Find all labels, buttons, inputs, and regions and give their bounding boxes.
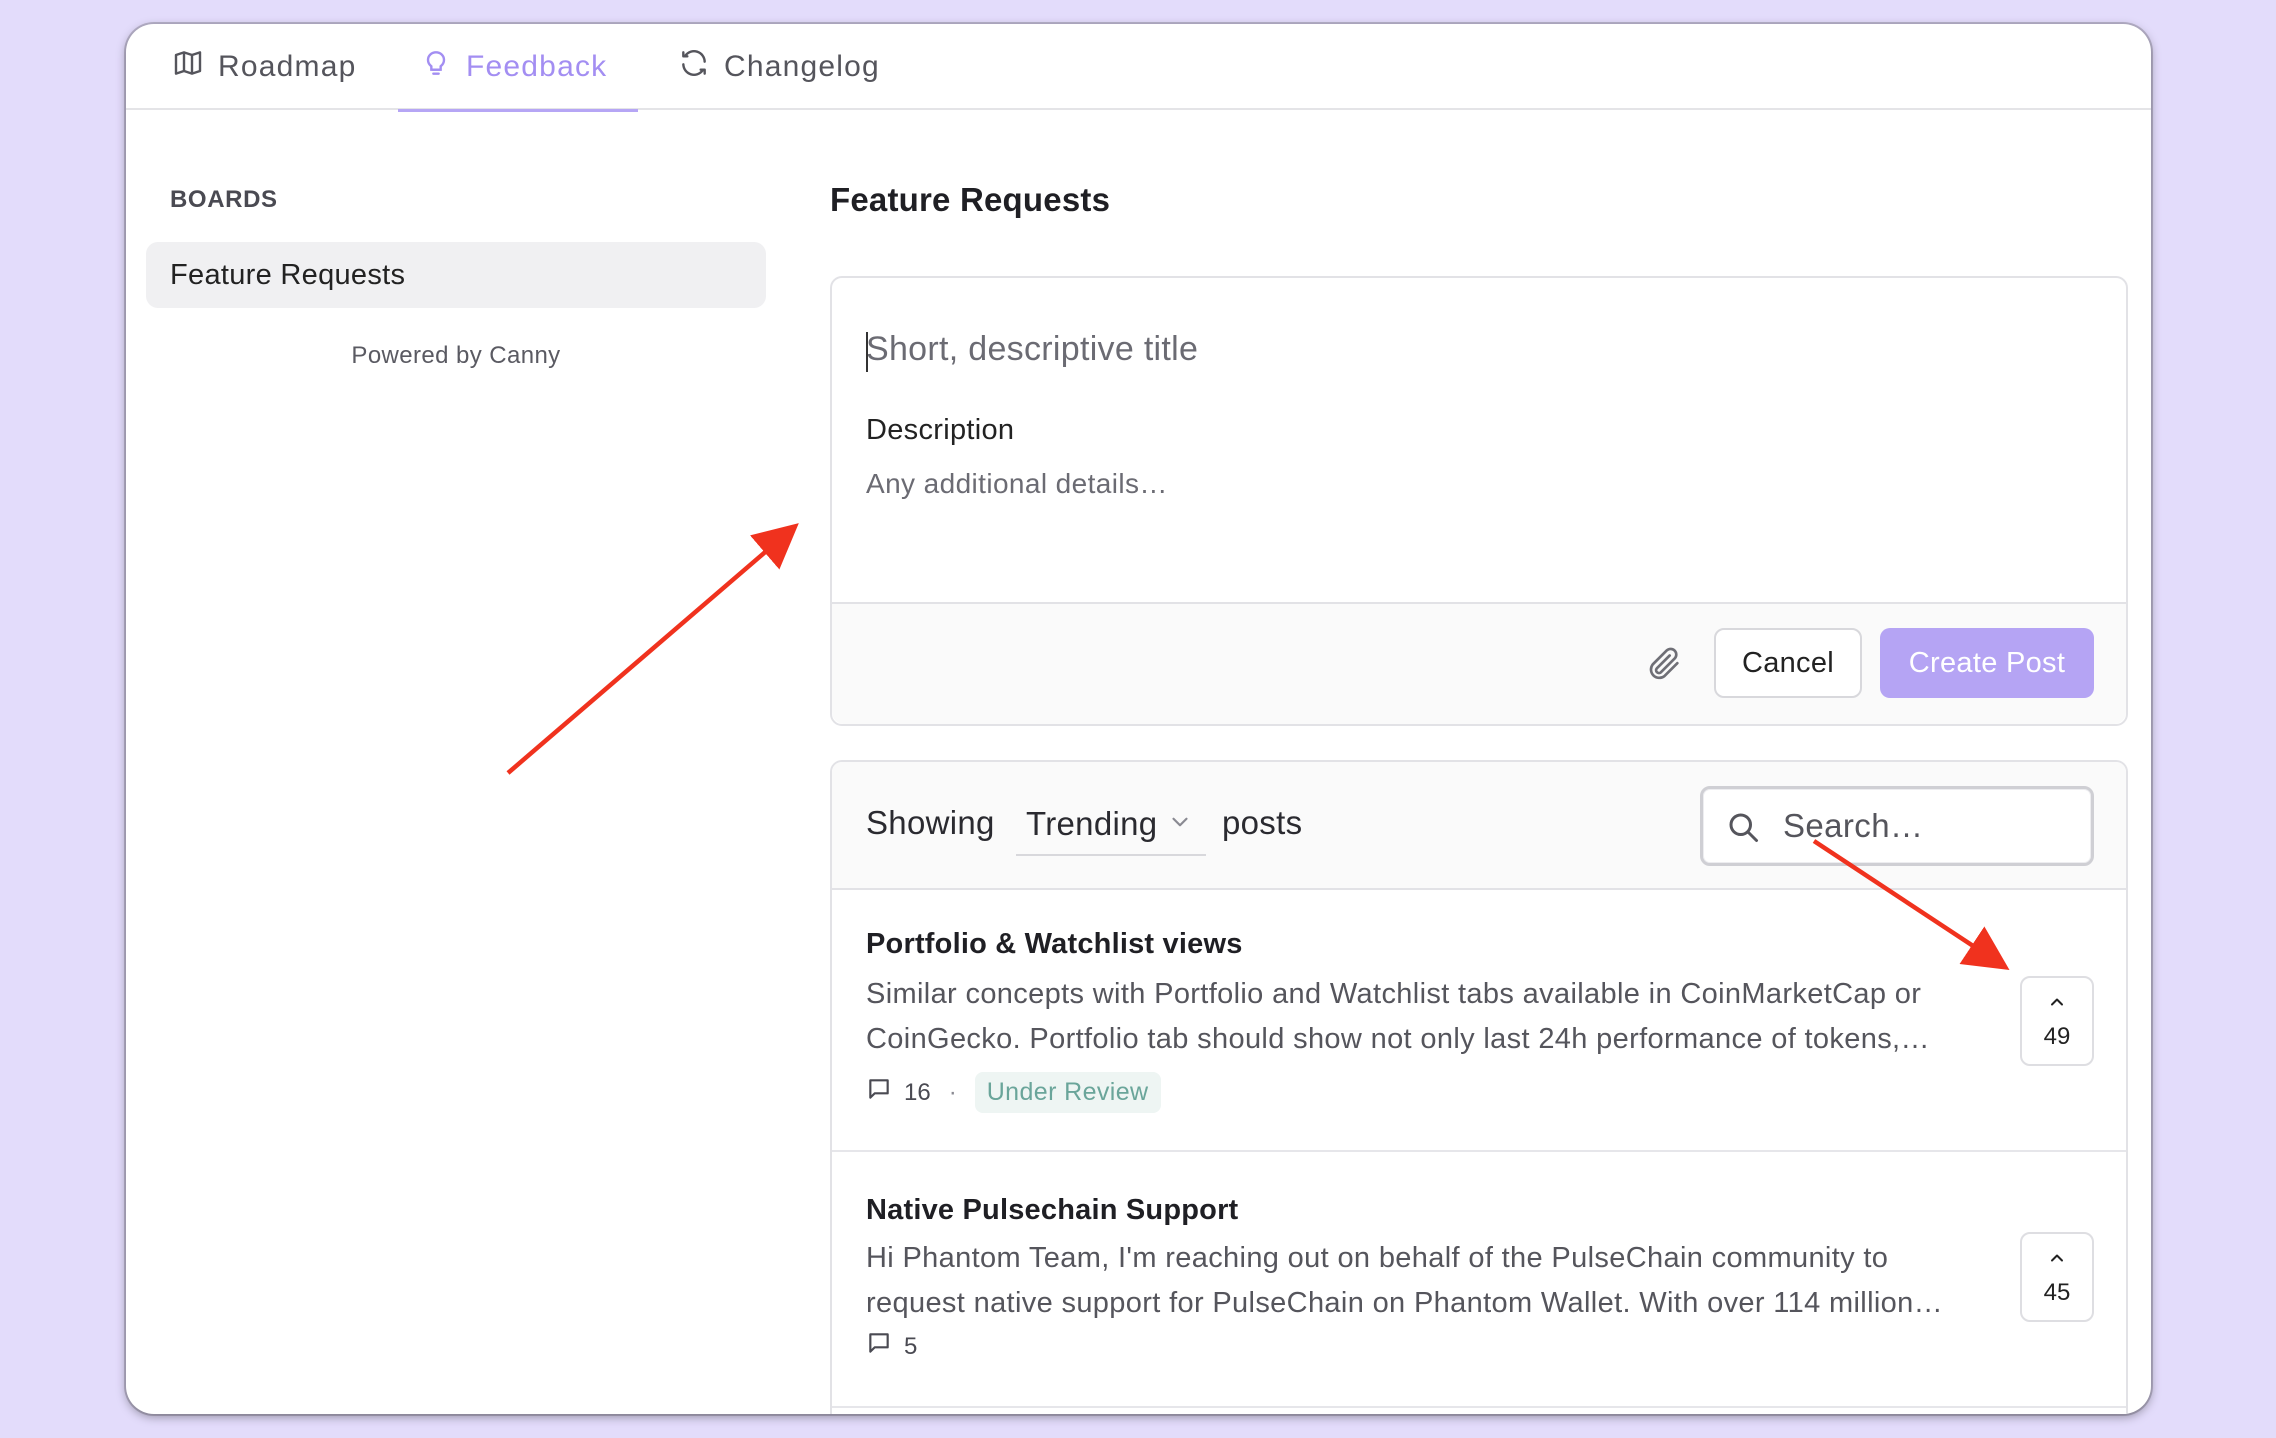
post-meta: 5 bbox=[866, 1330, 917, 1363]
app-window: Roadmap Feedback Changelog BOARDS Featur… bbox=[126, 24, 2151, 1414]
comment-count: 16 bbox=[904, 1078, 931, 1106]
description-input[interactable] bbox=[866, 468, 2066, 558]
meta-separator: · bbox=[948, 1078, 957, 1106]
comment-icon bbox=[866, 1330, 892, 1363]
lightbulb-icon bbox=[420, 47, 452, 87]
page-title: Feature Requests bbox=[830, 181, 1111, 218]
form-footer: Cancel Create Post bbox=[832, 602, 2126, 724]
post-excerpt-line: Similar concepts with Portfolio and Watc… bbox=[866, 978, 1922, 1010]
vote-count: 45 bbox=[2043, 1278, 2071, 1306]
post-title[interactable]: Native Pulsechain Support bbox=[866, 1194, 1238, 1227]
search-input[interactable] bbox=[1783, 803, 2073, 849]
board-item-label: Feature Requests bbox=[170, 258, 406, 291]
post-meta: 16 · Under Review bbox=[866, 1072, 1161, 1113]
search-box[interactable] bbox=[1700, 786, 2094, 866]
board-item-feature-requests[interactable]: Feature Requests bbox=[146, 242, 766, 308]
post-excerpt-line: CoinGecko. Portfolio tab should show not… bbox=[866, 1023, 1930, 1055]
post-excerpt-line: request native support for PulseChain on… bbox=[866, 1287, 1943, 1319]
comment-count: 5 bbox=[904, 1332, 918, 1360]
posts-label: posts bbox=[1222, 804, 1303, 841]
post-excerpt: Hi Phantom Team, I'm reaching out on beh… bbox=[866, 1236, 1996, 1326]
map-icon bbox=[172, 47, 204, 87]
post-title[interactable]: Portfolio & Watchlist views bbox=[866, 928, 1243, 961]
post-excerpt: Similar concepts with Portfolio and Watc… bbox=[866, 972, 1996, 1062]
post-excerpt-line: Hi Phantom Team, I'm reaching out on beh… bbox=[866, 1242, 1889, 1274]
comment-icon bbox=[866, 1076, 892, 1109]
top-nav: Roadmap Feedback Changelog bbox=[126, 24, 2151, 112]
tab-feedback[interactable]: Feedback bbox=[398, 24, 638, 112]
vote-count: 49 bbox=[2043, 1022, 2071, 1050]
tab-changelog[interactable]: Changelog bbox=[678, 24, 918, 110]
refresh-icon bbox=[678, 47, 710, 87]
sort-dropdown[interactable]: Trending bbox=[1016, 794, 1206, 856]
chevron-up-icon bbox=[2047, 992, 2067, 1023]
create-post-form: Description Cancel Create Post bbox=[830, 276, 2128, 726]
upvote-button[interactable]: 45 bbox=[2020, 1232, 2094, 1322]
chevron-down-icon bbox=[1167, 805, 1193, 843]
upvote-button[interactable]: 49 bbox=[2020, 976, 2094, 1066]
text-caret bbox=[866, 332, 868, 372]
status-badge: Under Review bbox=[974, 1072, 1161, 1113]
post-item[interactable]: Native Pulsechain Support Hi Phantom Tea… bbox=[832, 1152, 2126, 1408]
showing-label: Showing bbox=[866, 804, 995, 841]
tab-roadmap[interactable]: Roadmap bbox=[172, 24, 372, 110]
powered-by-link[interactable]: Powered by Canny bbox=[146, 342, 766, 370]
tab-roadmap-label: Roadmap bbox=[218, 50, 357, 83]
chevron-up-icon bbox=[2047, 1248, 2067, 1279]
paperclip-icon[interactable] bbox=[1644, 644, 1684, 684]
description-label: Description bbox=[866, 414, 1015, 446]
posts-header: Showing Trending posts bbox=[832, 762, 2126, 890]
cancel-button[interactable]: Cancel bbox=[1714, 628, 1862, 698]
sort-value: Trending bbox=[1026, 805, 1158, 842]
post-item[interactable]: Portfolio & Watchlist views Similar conc… bbox=[832, 890, 2126, 1152]
create-post-button[interactable]: Create Post bbox=[1880, 628, 2094, 698]
boards-heading: BOARDS bbox=[170, 186, 278, 213]
tab-changelog-label: Changelog bbox=[724, 50, 880, 83]
posts-list: Showing Trending posts Portfolio & Watch… bbox=[830, 760, 2128, 1414]
post-title-input[interactable] bbox=[866, 330, 2066, 369]
tab-feedback-label: Feedback bbox=[466, 50, 608, 83]
